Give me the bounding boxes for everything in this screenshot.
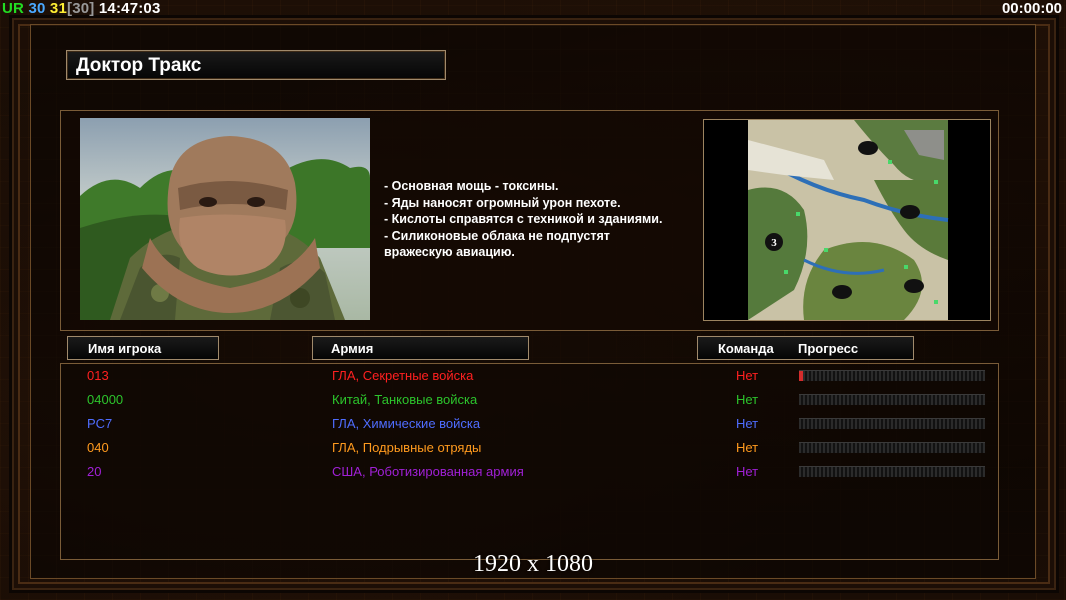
general-description: - Основная мощь - токсины. - Яды наносят… <box>384 179 663 259</box>
player-name: 013 <box>87 368 109 383</box>
column-header-team-progress: Команда Прогресс <box>697 336 914 360</box>
player-name: 20 <box>87 464 102 479</box>
column-header-player: Имя игрока <box>67 336 219 360</box>
general-portrait <box>80 118 370 320</box>
player-team[interactable]: Нет <box>736 464 758 479</box>
player-name: 040 <box>87 440 109 455</box>
soldier-portrait-icon <box>80 118 370 320</box>
progress-bar <box>799 370 985 381</box>
game-timer: 00:00:00 <box>1001 0 1062 17</box>
progress-bar <box>799 442 985 453</box>
progress-bar <box>799 394 985 405</box>
fps-value: 30 <box>28 0 46 17</box>
player-name: PC7 <box>87 416 113 431</box>
player-team[interactable]: Нет <box>736 368 758 383</box>
map-preview: 3 <box>703 119 991 321</box>
minimap-icon: 3 <box>704 120 990 320</box>
column-header-team: Команда <box>718 341 774 356</box>
player-row: 04000 Китай, Танковые войска Нет <box>61 389 998 413</box>
progress-bar <box>799 466 985 477</box>
progress-bar <box>799 418 985 429</box>
player-army[interactable]: Китай, Танковые войска <box>332 392 477 407</box>
player-row: 040 ГЛА, Подрывные отряды Нет <box>61 437 998 461</box>
column-header-army: Армия <box>312 336 529 360</box>
player-name: 04000 <box>87 392 124 407</box>
fps-value-2: 31 <box>49 0 68 17</box>
player-team[interactable]: Нет <box>736 416 758 431</box>
player-row: PC7 ГЛА, Химические войска Нет <box>61 413 998 437</box>
player-army[interactable]: ГЛА, Подрывные отряды <box>332 440 481 455</box>
player-list: 013 ГЛА, Секретные войска Нет 04000 Китай, Т… <box>60 363 999 560</box>
player-army[interactable]: ГЛА, Химические войска <box>332 416 480 431</box>
ur-label: UR <box>2 0 25 17</box>
player-row: 013 ГЛА, Секретные войска Нет <box>61 365 998 389</box>
player-team[interactable]: Нет <box>736 392 758 407</box>
column-header-progress: Прогресс <box>798 341 859 356</box>
start-position-marker: 3 <box>771 237 777 249</box>
player-army[interactable]: США, Роботизированная армия <box>332 464 524 479</box>
resolution-label: 1920 x 1080 <box>473 551 593 577</box>
general-name-title: Доктор Тракс <box>66 50 446 80</box>
progress-fill <box>799 371 803 381</box>
fps-counter: UR 30 31[30] 14:47:03 <box>2 0 161 17</box>
clock: 14:47:03 <box>98 0 161 17</box>
player-team[interactable]: Нет <box>736 440 758 455</box>
player-row: 20 США, Роботизированная армия Нет <box>61 461 998 485</box>
fps-limit: [30] <box>67 0 95 17</box>
player-army[interactable]: ГЛА, Секретные войска <box>332 368 473 383</box>
